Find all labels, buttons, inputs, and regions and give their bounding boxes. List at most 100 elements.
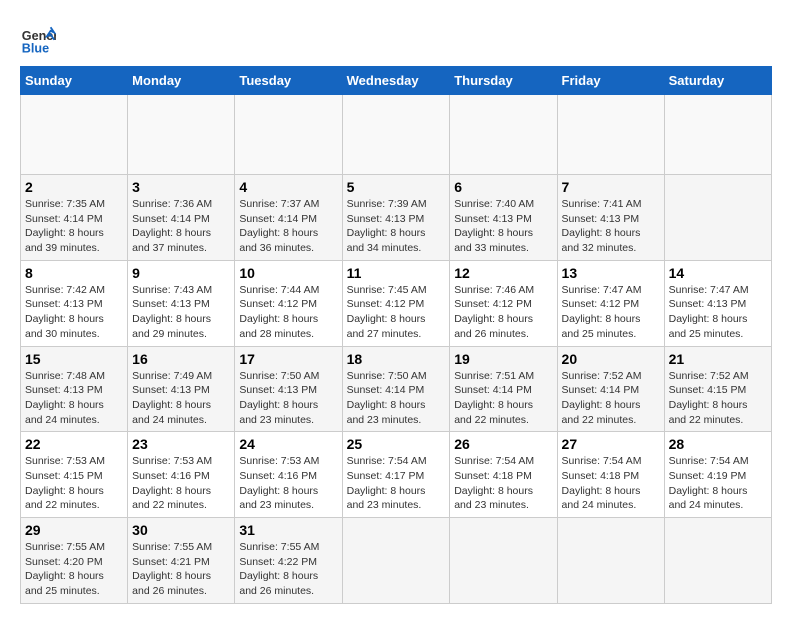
calendar-cell: 27 Sunrise: 7:54 AMSunset: 4:18 PMDayligh… [557,432,664,518]
calendar-cell: 17Sunrise: 7:50 AMSunset: 4:13 PMDayligh… [235,346,342,432]
day-number: 24 [239,436,337,452]
calendar-cell: 19 Sunrise: 7:51 AMSunset: 4:14 PMDayligh… [450,346,557,432]
calendar-cell: 12Sunrise: 7:46 AMSunset: 4:12 PMDayligh… [450,260,557,346]
day-info: Sunrise: 7:36 AMSunset: 4:14 PMDaylight:… [132,197,230,256]
day-number: 20 [562,351,660,367]
day-info: Sunrise: 7:47 AMSunset: 4:13 PMDaylight:… [669,283,767,342]
calendar-cell: 18 Sunrise: 7:50 AMSunset: 4:14 PMDayligh… [342,346,450,432]
day-info: Sunrise: 7:52 AMSunset: 4:14 PMDaylight:… [562,369,660,428]
day-info: Sunrise: 7:55 AMSunset: 4:22 PMDaylight:… [239,540,337,599]
day-number: 27 [562,436,660,452]
day-info: Sunrise: 7:55 AMSunset: 4:21 PMDaylight:… [132,540,230,599]
day-info: Sunrise: 7:47 AMSunset: 4:12 PMDaylight:… [562,283,660,342]
day-number: 30 [132,522,230,538]
calendar-cell: 9 Sunrise: 7:43 AMSunset: 4:13 PMDaylight… [128,260,235,346]
calendar-week-row: 2 Sunrise: 7:35 AMSunset: 4:14 PMDaylight… [21,175,772,261]
calendar-cell: 16 Sunrise: 7:49 AMSunset: 4:13 PMDayligh… [128,346,235,432]
day-info: Sunrise: 7:53 AMSunset: 4:16 PMDaylight:… [239,454,337,513]
calendar-cell: 2 Sunrise: 7:35 AMSunset: 4:14 PMDaylight… [21,175,128,261]
calendar-cell [557,95,664,175]
day-info: Sunrise: 7:42 AMSunset: 4:13 PMDaylight:… [25,283,123,342]
day-info: Sunrise: 7:54 AMSunset: 4:18 PMDaylight:… [562,454,660,513]
calendar-table: SundayMondayTuesdayWednesdayThursdayFrid… [20,66,772,604]
weekday-header-monday: Monday [128,67,235,95]
calendar-cell: 6Sunrise: 7:40 AMSunset: 4:13 PMDaylight… [450,175,557,261]
weekday-header-saturday: Saturday [664,67,771,95]
calendar-cell: 22Sunrise: 7:53 AMSunset: 4:15 PMDayligh… [21,432,128,518]
calendar-cell [342,95,450,175]
day-info: Sunrise: 7:50 AMSunset: 4:14 PMDaylight:… [347,369,446,428]
day-info: Sunrise: 7:39 AMSunset: 4:13 PMDaylight:… [347,197,446,256]
calendar-cell: 20 Sunrise: 7:52 AMSunset: 4:14 PMDayligh… [557,346,664,432]
calendar-cell: 8 Sunrise: 7:42 AMSunset: 4:13 PMDaylight… [21,260,128,346]
calendar-cell: 13 Sunrise: 7:47 AMSunset: 4:12 PMDayligh… [557,260,664,346]
day-number: 9 [132,265,230,281]
calendar-cell: 21 Sunrise: 7:52 AMSunset: 4:15 PMDayligh… [664,346,771,432]
day-info: Sunrise: 7:48 AMSunset: 4:13 PMDaylight:… [25,369,123,428]
day-number: 12 [454,265,552,281]
day-info: Sunrise: 7:50 AMSunset: 4:13 PMDaylight:… [239,369,337,428]
calendar-cell: 23Sunrise: 7:53 AMSunset: 4:16 PMDayligh… [128,432,235,518]
day-number: 13 [562,265,660,281]
day-number: 22 [25,436,123,452]
page-header: General Blue [20,20,772,56]
day-number: 29 [25,522,123,538]
calendar-cell [342,518,450,604]
calendar-cell: 4 Sunrise: 7:37 AMSunset: 4:14 PMDaylight… [235,175,342,261]
calendar-cell [557,518,664,604]
calendar-cell [450,518,557,604]
calendar-cell: 10 Sunrise: 7:44 AMSunset: 4:12 PMDayligh… [235,260,342,346]
calendar-cell [664,518,771,604]
day-number: 10 [239,265,337,281]
day-info: Sunrise: 7:52 AMSunset: 4:15 PMDaylight:… [669,369,767,428]
logo-icon: General Blue [20,20,56,56]
calendar-cell [450,95,557,175]
calendar-week-row [21,95,772,175]
day-number: 18 [347,351,446,367]
day-info: Sunrise: 7:45 AMSunset: 4:12 PMDaylight:… [347,283,446,342]
calendar-cell: 28Sunrise: 7:54 AMSunset: 4:19 PMDayligh… [664,432,771,518]
calendar-cell: 11 Sunrise: 7:45 AMSunset: 4:12 PMDayligh… [342,260,450,346]
day-number: 7 [562,179,660,195]
calendar-cell [128,95,235,175]
calendar-cell: 5Sunrise: 7:39 AMSunset: 4:13 PMDaylight… [342,175,450,261]
calendar-week-row: 22Sunrise: 7:53 AMSunset: 4:15 PMDayligh… [21,432,772,518]
calendar-cell [21,95,128,175]
calendar-week-row: 29Sunrise: 7:55 AMSunset: 4:20 PMDayligh… [21,518,772,604]
weekday-header-friday: Friday [557,67,664,95]
calendar-cell: 15Sunrise: 7:48 AMSunset: 4:13 PMDayligh… [21,346,128,432]
calendar-cell: 26 Sunrise: 7:54 AMSunset: 4:18 PMDayligh… [450,432,557,518]
day-info: Sunrise: 7:43 AMSunset: 4:13 PMDaylight:… [132,283,230,342]
calendar-cell: 25Sunrise: 7:54 AMSunset: 4:17 PMDayligh… [342,432,450,518]
day-number: 6 [454,179,552,195]
day-info: Sunrise: 7:41 AMSunset: 4:13 PMDaylight:… [562,197,660,256]
weekday-header-tuesday: Tuesday [235,67,342,95]
weekday-header-thursday: Thursday [450,67,557,95]
calendar-week-row: 8 Sunrise: 7:42 AMSunset: 4:13 PMDaylight… [21,260,772,346]
calendar-cell: 24 Sunrise: 7:53 AMSunset: 4:16 PMDayligh… [235,432,342,518]
calendar-cell [664,95,771,175]
day-info: Sunrise: 7:54 AMSunset: 4:18 PMDaylight:… [454,454,552,513]
day-number: 16 [132,351,230,367]
day-info: Sunrise: 7:35 AMSunset: 4:14 PMDaylight:… [25,197,123,256]
day-number: 25 [347,436,446,452]
day-number: 11 [347,265,446,281]
day-info: Sunrise: 7:51 AMSunset: 4:14 PMDaylight:… [454,369,552,428]
day-number: 4 [239,179,337,195]
day-number: 8 [25,265,123,281]
day-info: Sunrise: 7:37 AMSunset: 4:14 PMDaylight:… [239,197,337,256]
calendar-cell: 31 Sunrise: 7:55 AMSunset: 4:22 PMDayligh… [235,518,342,604]
weekday-header-row: SundayMondayTuesdayWednesdayThursdayFrid… [21,67,772,95]
day-number: 19 [454,351,552,367]
day-number: 26 [454,436,552,452]
day-number: 31 [239,522,337,538]
day-number: 2 [25,179,123,195]
day-number: 21 [669,351,767,367]
day-number: 14 [669,265,767,281]
day-number: 23 [132,436,230,452]
day-info: Sunrise: 7:44 AMSunset: 4:12 PMDaylight:… [239,283,337,342]
day-info: Sunrise: 7:49 AMSunset: 4:13 PMDaylight:… [132,369,230,428]
day-number: 3 [132,179,230,195]
weekday-header-sunday: Sunday [21,67,128,95]
calendar-cell: 14 Sunrise: 7:47 AMSunset: 4:13 PMDayligh… [664,260,771,346]
